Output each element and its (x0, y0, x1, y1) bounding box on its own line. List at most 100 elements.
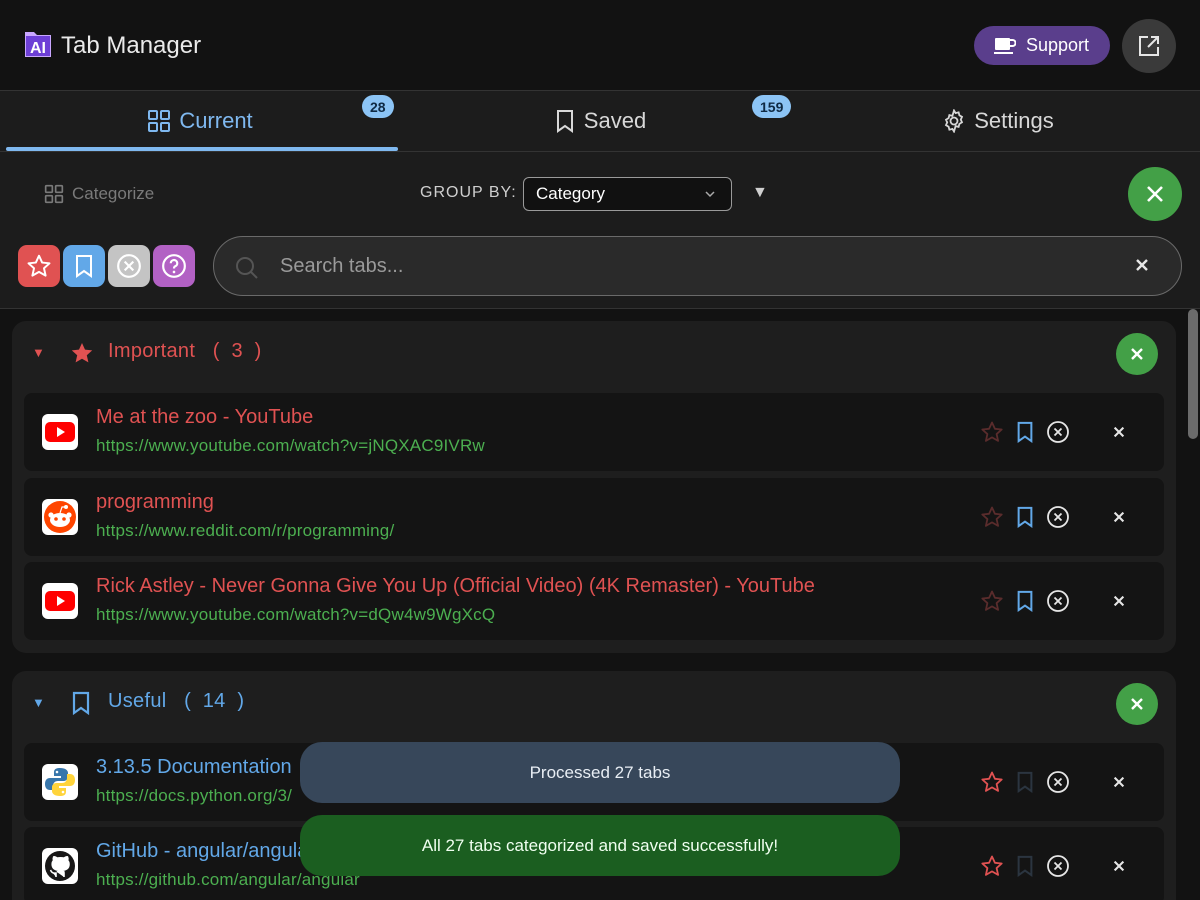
tab-saved-badge: 159 (752, 95, 792, 118)
tab-saved[interactable]: Saved (400, 91, 800, 151)
close-icon (1113, 426, 1125, 438)
close-icon (1131, 698, 1143, 710)
group-by-select[interactable]: Category (523, 177, 732, 211)
search-input[interactable] (280, 251, 1100, 281)
mark-important-button[interactable] (980, 420, 1004, 444)
tab-title[interactable]: 3.13.5 Documentation (96, 756, 292, 779)
toolbar: Categorize GROUP BY: Category ▼ (0, 152, 1200, 309)
tab-url: https://www.youtube.com/watch?v=dQw4w9Wg… (96, 605, 496, 624)
tab-saved-label: Saved (583, 108, 647, 133)
chevron-down-icon (705, 191, 715, 198)
group-by-value: Category (536, 184, 605, 203)
close-icon (1131, 348, 1143, 360)
close-group-button[interactable] (1116, 333, 1158, 375)
app-logo: AI (25, 32, 51, 57)
close-group-button[interactable] (1116, 683, 1158, 725)
youtube-favicon-icon (42, 583, 78, 619)
tab-url: https://docs.python.org/3/ (96, 786, 293, 805)
categorize-button[interactable]: Categorize (44, 184, 154, 204)
group-title: Useful ( 14 ) (108, 690, 245, 712)
ignore-tab-button[interactable] (1046, 420, 1070, 444)
group-header[interactable]: ▼ Useful ( 14 ) (12, 671, 1176, 735)
collapse-caret-icon[interactable]: ▼ (32, 695, 45, 710)
tab-title[interactable]: Me at the zoo - YouTube (96, 406, 313, 429)
open-in-window-button[interactable] (1122, 19, 1176, 73)
bookmark-icon (1017, 590, 1033, 612)
search-bar (213, 236, 1182, 296)
close-tab-button[interactable] (1107, 770, 1131, 794)
support-button[interactable]: Support (974, 26, 1110, 65)
circle-x-icon (1047, 506, 1069, 528)
tab-current-label: Current (179, 108, 253, 133)
bookmark-icon (1017, 421, 1033, 443)
save-tab-button[interactable] (1013, 854, 1037, 878)
tab-row[interactable]: Rick Astley - Never Gonna Give You Up (O… (24, 562, 1164, 640)
useful-filter[interactable] (63, 245, 105, 287)
close-tab-button[interactable] (1107, 854, 1131, 878)
close-tab-button[interactable] (1107, 589, 1131, 613)
active-tab-indicator (6, 147, 398, 151)
mark-important-button[interactable] (980, 854, 1004, 878)
mark-important-button[interactable] (980, 589, 1004, 613)
tab-row[interactable]: programming https://www.reddit.com/r/pro… (24, 478, 1164, 556)
close-icon (1113, 511, 1125, 523)
tab-title[interactable]: GitHub - angular/angular (96, 840, 315, 863)
bookmark-icon (1017, 506, 1033, 528)
save-tab-button[interactable] (1013, 770, 1037, 794)
mark-important-button[interactable] (980, 505, 1004, 529)
clear-search-icon[interactable] (1134, 257, 1150, 273)
coffee-cup-icon (994, 37, 1016, 54)
ignore-tab-button[interactable] (1046, 589, 1070, 613)
app-title: Tab Manager (61, 32, 202, 59)
star-outline-icon (981, 855, 1003, 876)
ignore-tab-button[interactable] (1046, 505, 1070, 529)
circle-x-icon (1047, 421, 1069, 443)
grid-icon (44, 184, 64, 204)
circle-x-icon (1047, 771, 1069, 793)
categorize-label: Categorize (72, 184, 155, 203)
grid-icon (148, 110, 171, 132)
group-header[interactable]: ▼ Important ( 3 ) (12, 321, 1176, 385)
tab-current[interactable]: Current (0, 91, 400, 151)
github-favicon-icon (42, 848, 78, 884)
success-toast: All 27 tabs categorized and saved succes… (300, 815, 900, 876)
important-filter[interactable] (18, 245, 60, 287)
save-tab-button[interactable] (1013, 505, 1037, 529)
ignore-tab-button[interactable] (1046, 770, 1070, 794)
bookmark-icon (1017, 855, 1033, 877)
save-tab-button[interactable] (1013, 589, 1037, 613)
python-favicon-icon (42, 764, 78, 800)
close-icon (1147, 186, 1163, 202)
ignore-filter[interactable] (108, 245, 150, 287)
close-tab-button[interactable] (1107, 420, 1131, 444)
tab-title[interactable]: Rick Astley - Never Gonna Give You Up (O… (96, 575, 815, 598)
bookmark-icon (556, 110, 573, 133)
close-tab-button[interactable] (1107, 505, 1131, 529)
mark-important-button[interactable] (980, 770, 1004, 794)
youtube-favicon-icon (42, 414, 78, 450)
search-icon (236, 257, 258, 279)
question-icon (162, 254, 186, 278)
star-outline-icon (981, 421, 1003, 442)
ignore-tab-button[interactable] (1046, 854, 1070, 878)
sort-direction-button[interactable]: ▼ (752, 184, 768, 202)
scrollbar[interactable] (1188, 309, 1200, 900)
star-outline-icon (981, 590, 1003, 611)
tab-row[interactable]: Me at the zoo - YouTube https://www.yout… (24, 393, 1164, 471)
close-icon (1113, 595, 1125, 607)
save-tab-button[interactable] (1013, 420, 1037, 444)
scrollbar-thumb[interactable] (1188, 309, 1198, 439)
tab-current-badge: 28 (362, 95, 394, 118)
main-tabs: Current 28 Saved 159 Settings (0, 90, 1200, 152)
collapse-caret-icon[interactable]: ▼ (32, 345, 45, 360)
star-icon (27, 254, 51, 277)
tab-settings[interactable]: Settings (798, 91, 1198, 151)
close-icon (1113, 860, 1125, 872)
close-all-tabs-button[interactable] (1128, 167, 1182, 221)
close-icon (1113, 776, 1125, 788)
tab-settings-label: Settings (974, 108, 1054, 133)
tab-title[interactable]: programming (96, 491, 214, 514)
bookmark-icon (76, 255, 92, 278)
tab-groups-list: ▼ Important ( 3 ) Me at the zoo - YouTub… (0, 309, 1200, 900)
uncategorized-filter[interactable] (153, 245, 195, 287)
